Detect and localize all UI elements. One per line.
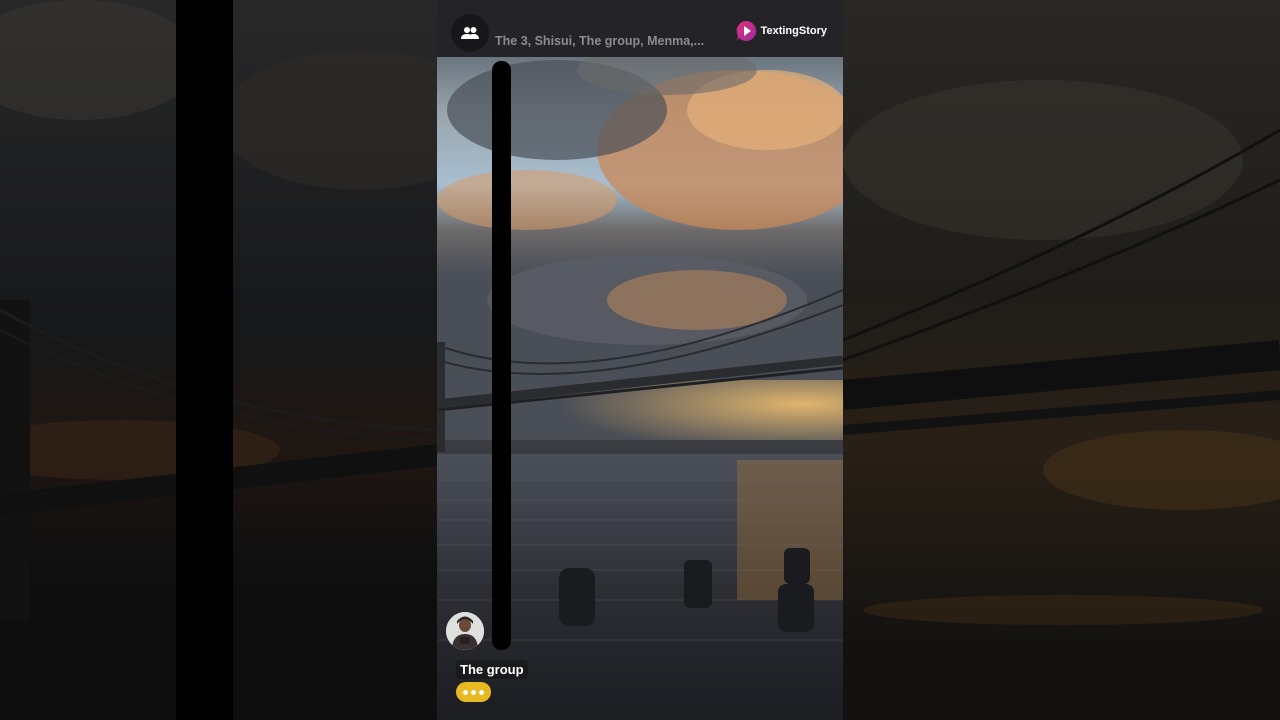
play-bubble-icon: [736, 20, 756, 41]
brand-name: TextingStory: [760, 25, 827, 37]
left-vertical-bar: [176, 0, 233, 720]
group-icon[interactable]: [451, 14, 489, 52]
chat-header: The 3, Shisui, The group, Menma,... Text…: [437, 0, 843, 57]
typing-indicator: [456, 682, 491, 702]
background-right: [843, 0, 1280, 720]
brand-watermark: TextingStory: [735, 20, 827, 42]
chat-title: The 3, Shisui, The group, Menma,...: [495, 34, 705, 48]
avatar[interactable]: [446, 612, 484, 650]
typing-dot: [471, 689, 476, 695]
sender-name: The group: [456, 660, 528, 679]
vertical-bar: [492, 61, 511, 650]
phone-screen: The 3, Shisui, The group, Menma,... Text…: [437, 0, 843, 720]
typing-dot: [463, 689, 468, 695]
typing-dot: [479, 689, 484, 695]
